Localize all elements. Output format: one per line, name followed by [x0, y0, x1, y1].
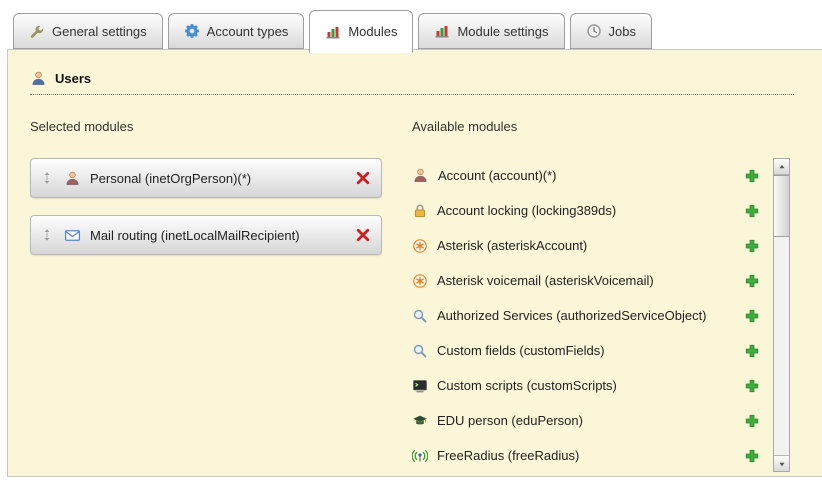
users-section-header: Users	[30, 70, 794, 95]
available-module-label: FreeRadius (freeRadius)	[437, 448, 579, 463]
drag-handle-icon[interactable]	[39, 227, 55, 243]
available-module-label: Account (account)(*)	[438, 168, 557, 183]
remove-module-icon[interactable]	[355, 227, 371, 243]
available-module-authorized-services: Authorized Services (authorizedServiceOb…	[412, 298, 760, 333]
add-module-icon[interactable]	[744, 343, 760, 359]
available-module-label: Custom scripts (customScripts)	[437, 378, 617, 393]
available-modules-column: Available modules Account (account)(*) A…	[412, 119, 760, 473]
mail-icon	[64, 227, 81, 244]
tab-general-settings[interactable]: General settings	[13, 13, 163, 49]
available-module-asterisk-voicemail: Asterisk voicemail (asteriskVoicemail)	[412, 263, 760, 298]
available-module-custom-fields: Custom fields (customFields)	[412, 333, 760, 368]
available-module-label: Authorized Services (authorizedServiceOb…	[437, 308, 707, 323]
tab-label: Jobs	[609, 24, 636, 39]
terminal-icon	[412, 378, 428, 394]
add-module-icon[interactable]	[744, 168, 760, 184]
section-title: Users	[55, 71, 91, 86]
scroll-down-icon	[777, 459, 787, 469]
tab-account-types[interactable]: Account types	[168, 13, 305, 49]
tab-modules[interactable]: Modules	[309, 10, 413, 53]
available-module-label: Asterisk (asteriskAccount)	[437, 238, 587, 253]
selected-module-personal[interactable]: Personal (inetOrgPerson)(*)	[30, 158, 382, 198]
available-module-account-locking: Account locking (locking389ds)	[412, 193, 760, 228]
module-columns: Selected modules Personal (inetOrgPerson…	[30, 119, 822, 473]
tab-jobs[interactable]: Jobs	[570, 13, 652, 49]
drag-handle-icon[interactable]	[39, 170, 55, 186]
add-module-icon[interactable]	[744, 308, 760, 324]
asterisk-icon	[412, 273, 428, 289]
bar-chart-icon	[434, 23, 450, 39]
tab-label: Account types	[207, 24, 289, 39]
rosette-gear-icon	[184, 23, 200, 39]
add-module-icon[interactable]	[744, 448, 760, 464]
add-module-icon[interactable]	[744, 273, 760, 289]
tab-label: Modules	[348, 24, 397, 39]
add-module-icon[interactable]	[744, 203, 760, 219]
tab-label: General settings	[52, 24, 147, 39]
tab-module-settings[interactable]: Module settings	[418, 13, 564, 49]
asterisk-icon	[412, 238, 428, 254]
scroll-down-button[interactable]	[774, 455, 789, 471]
scrollbar-thumb[interactable]	[774, 175, 789, 237]
available-modules-title: Available modules	[412, 119, 760, 134]
clock-icon	[586, 23, 602, 39]
available-module-label: Custom fields (customFields)	[437, 343, 605, 358]
selected-module-label: Personal (inetOrgPerson)(*)	[90, 171, 251, 186]
available-module-account: Account (account)(*)	[412, 158, 760, 193]
magnifier-icon	[412, 308, 428, 324]
selected-modules-title: Selected modules	[30, 119, 382, 134]
radio-waves-icon	[412, 448, 428, 464]
graduation-cap-icon	[412, 413, 428, 429]
remove-module-icon[interactable]	[355, 170, 371, 186]
available-module-freeradius: FreeRadius (freeRadius)	[412, 438, 760, 473]
selected-module-mail-routing[interactable]: Mail routing (inetLocalMailRecipient)	[30, 215, 382, 255]
available-modules-scrollbar[interactable]	[773, 158, 790, 472]
available-module-custom-scripts: Custom scripts (customScripts)	[412, 368, 760, 403]
lock-icon	[412, 203, 428, 219]
available-module-label: Account locking (locking389ds)	[437, 203, 616, 218]
magnifier-icon	[412, 343, 428, 359]
available-module-label: EDU person (eduPerson)	[437, 413, 583, 428]
wrench-icon	[29, 23, 45, 39]
available-module-asterisk: Asterisk (asteriskAccount)	[412, 228, 760, 263]
person-icon	[412, 167, 429, 184]
add-module-icon[interactable]	[744, 238, 760, 254]
scroll-up-icon	[777, 162, 787, 172]
available-module-label: Asterisk voicemail (asteriskVoicemail)	[437, 273, 654, 288]
selected-module-label: Mail routing (inetLocalMailRecipient)	[90, 228, 300, 243]
tab-label: Module settings	[457, 24, 548, 39]
bar-chart-icon	[325, 24, 341, 40]
selected-modules-column: Selected modules Personal (inetOrgPerson…	[30, 119, 382, 473]
person-icon	[64, 170, 81, 187]
available-module-edu-person: EDU person (eduPerson)	[412, 403, 760, 438]
add-module-icon[interactable]	[744, 413, 760, 429]
user-icon	[30, 70, 47, 87]
tab-bar: General settings Account types Modules M…	[0, 0, 822, 49]
add-module-icon[interactable]	[744, 378, 760, 394]
scroll-up-button[interactable]	[774, 159, 789, 175]
modules-tab-panel: Users Selected modules Personal (inetOrg…	[7, 49, 822, 477]
